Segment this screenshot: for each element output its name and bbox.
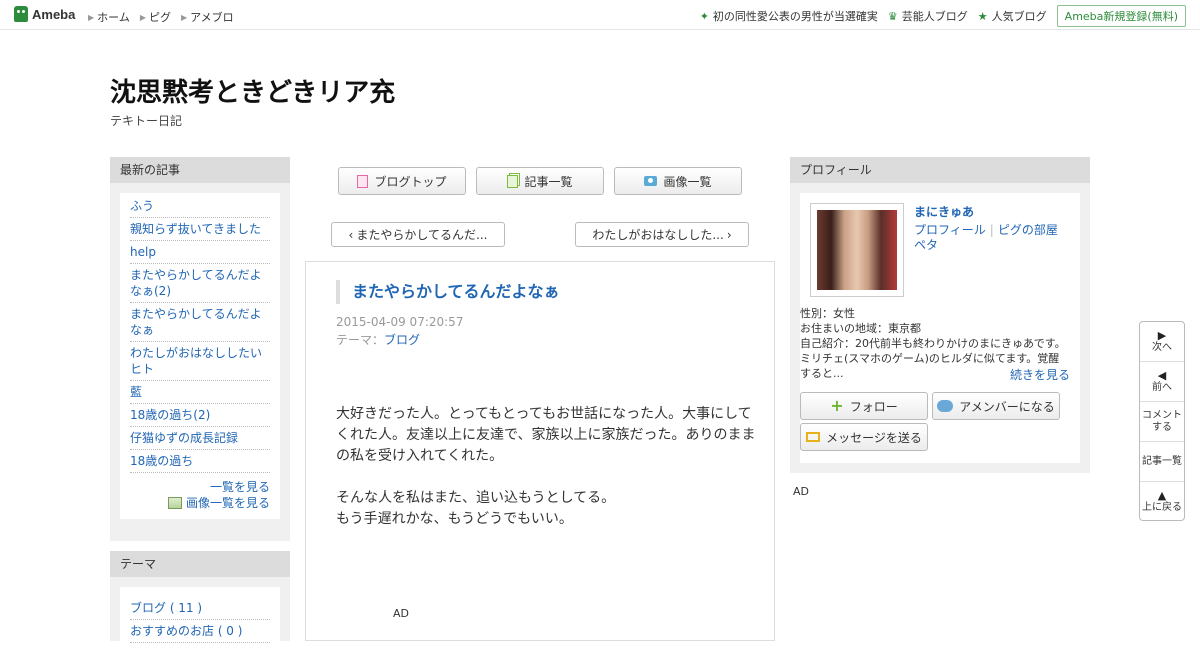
chevron-right-icon: ›	[726, 227, 732, 242]
list-item[interactable]: 18歳の過ち(2)	[130, 404, 270, 427]
ameba-logo[interactable]: Ameba	[14, 6, 75, 22]
blog-toolbar: ブログトップ 記事一覧 画像一覧	[338, 167, 742, 195]
article-body: 大好きだった人。とってもとってもお世話になった人。大事にしてくれた人。友達以上に…	[336, 404, 756, 530]
recent-articles-box: 最新の記事 ふう 親知らず抜いてきました help またやらかしてるんだよなぁ(…	[110, 157, 290, 541]
plus-icon: +	[830, 396, 844, 415]
register-button[interactable]: Ameba新規登録(無料)	[1056, 5, 1186, 27]
float-next-button[interactable]: ▶ 次へ	[1140, 322, 1184, 362]
recent-articles-list: ふう 親知らず抜いてきました help またやらかしてるんだよなぁ(2) またや…	[130, 195, 270, 473]
list-item[interactable]: 仔猫ゆずの成長記録	[130, 427, 270, 450]
amember-button[interactable]: アメンバーになる	[932, 392, 1060, 420]
pigg-room-link[interactable]: ピグの部屋	[998, 223, 1058, 237]
sidebar-ad-label: AD	[793, 485, 809, 498]
profile-name[interactable]: まにきゅあ	[914, 203, 974, 220]
profile-links: プロフィール | ピグの部屋 ペタ	[914, 223, 1074, 253]
nav-arrow-icon: ▶	[139, 12, 146, 22]
list-item[interactable]: またやらかしてるんだよなぁ	[130, 303, 270, 342]
top-right-links: ✦ 初の同性愛公表の男性が当選確実 ♛ 芸能人ブログ ★ 人気ブログ Ameba新規登…	[700, 5, 1186, 27]
nav-arrow-icon: ▶	[88, 12, 95, 22]
triangle-left-icon: ◀	[1157, 368, 1167, 382]
copy-icon	[507, 174, 519, 188]
article-list-button[interactable]: 記事一覧	[476, 167, 604, 195]
recent-articles-heading: 最新の記事	[110, 157, 290, 183]
blog-subtitle: テキトー日記	[110, 114, 183, 128]
profile-heading: プロフィール	[790, 157, 1090, 183]
camera-icon	[644, 176, 658, 186]
float-article-list-button[interactable]: 記事一覧	[1140, 442, 1184, 482]
profile-location: お住まいの地域：東京都	[800, 322, 921, 335]
send-message-button[interactable]: メッセージを送る	[800, 423, 928, 451]
theme-heading: テーマ	[110, 551, 290, 577]
top-navigation-bar: Ameba ▶ ホーム ▶ ピグ ▶ アメブロ ✦ 初の同性愛公表の男性が当選確実 ♛ 芸…	[0, 0, 1200, 30]
ameba-logo-icon	[14, 6, 28, 22]
mail-icon	[806, 432, 821, 442]
article-paragraph: 大好きだった人。とってもとってもお世話になった人。大事にしてくれた人。友達以上に…	[336, 406, 756, 464]
see-images-link[interactable]: 画像一覧を見る	[186, 496, 270, 510]
list-item[interactable]: おすすめのお店 ( 0 )	[130, 620, 270, 643]
avatar-image	[817, 210, 897, 290]
article-paragraph: そんな人を私はまた、追い込もうとしてる。	[336, 490, 616, 506]
chat-bubble-icon	[937, 400, 954, 412]
news-link[interactable]: ✦ 初の同性愛公表の男性が当選確実	[700, 8, 878, 24]
list-item[interactable]: またやらかしてるんだよなぁ(2)	[130, 264, 270, 303]
celebrity-blog-link[interactable]: ♛ 芸能人ブログ	[888, 8, 968, 24]
list-item[interactable]: ブログ ( 11 )	[130, 597, 270, 620]
crown-icon: ♛	[887, 9, 898, 23]
peta-link[interactable]: ペタ	[914, 238, 938, 252]
prev-article-button[interactable]: ‹ またやらかしてるんだ...	[331, 222, 505, 247]
profile-panel: まにきゅあ プロフィール | ピグの部屋 ペタ 性別：女性 お住まいの地域：東京都 …	[800, 193, 1080, 463]
popular-blog-link[interactable]: ★ 人気ブログ	[978, 8, 1047, 24]
nav-home[interactable]: ▶ ホーム	[88, 9, 130, 25]
article-date: 2015-04-09 07:20:57	[336, 315, 464, 329]
profile-box: プロフィール まにきゅあ プロフィール | ピグの部屋 ペタ 性別：女性 お住まいの…	[790, 157, 1090, 473]
theme-box: テーマ ブログ ( 11 ) おすすめのお店 ( 0 )	[110, 551, 290, 651]
article-ad-label: AD	[393, 607, 409, 620]
float-back-to-top-button[interactable]: ▲ 上に戻る	[1140, 482, 1184, 522]
profile-gender: 性別：女性	[800, 307, 855, 320]
theme-list: ブログ ( 11 ) おすすめのお店 ( 0 )	[130, 597, 270, 643]
follow-button[interactable]: + フォロー	[800, 392, 928, 420]
next-article-button[interactable]: わたしがおはなしした... ›	[575, 222, 749, 247]
image-list-icon	[167, 497, 182, 509]
article-paragraph: もう手遅れかな、もうどうでもいい。	[336, 511, 573, 527]
nav-arrow-icon: ▶	[180, 12, 188, 22]
theme-panel: ブログ ( 11 ) おすすめのお店 ( 0 )	[120, 587, 280, 651]
theme-link[interactable]: ブログ	[384, 333, 420, 347]
list-item[interactable]: 18歳の過ち	[130, 450, 270, 473]
triangle-up-icon: ▲	[1157, 489, 1167, 502]
article: またやらかしてるんだよなぁ 2015-04-09 07:20:57 テーマ：ブロ…	[305, 261, 775, 641]
avatar[interactable]	[810, 203, 904, 297]
nav-pigg[interactable]: ▶ ピグ	[140, 9, 171, 25]
blog-top-button[interactable]: ブログトップ	[338, 167, 466, 195]
list-item[interactable]: 親知らず抜いてきました	[130, 218, 270, 241]
blog-title[interactable]: 沈思黙考ときどきリア充	[110, 72, 395, 109]
article-title[interactable]: またやらかしてるんだよなぁ	[336, 280, 560, 304]
separator: |	[989, 223, 994, 237]
list-item[interactable]: ふう	[130, 195, 270, 218]
profile-link[interactable]: プロフィール	[914, 223, 986, 237]
image-list-button[interactable]: 画像一覧	[614, 167, 742, 195]
see-all-link[interactable]: 一覧を見る	[210, 480, 270, 494]
article-theme: テーマ：ブログ	[336, 333, 421, 347]
float-comment-button[interactable]: コメント する	[1140, 402, 1184, 442]
document-icon	[357, 174, 369, 188]
top-nav-links: ▶ ホーム ▶ ピグ ▶ アメブロ	[88, 9, 234, 25]
list-item[interactable]: わたしがおはなししたいヒト	[130, 342, 270, 381]
list-item[interactable]: help	[130, 241, 270, 264]
nav-ameblo[interactable]: ▶ アメブロ	[181, 9, 234, 25]
triangle-right-icon: ▶	[1157, 328, 1167, 342]
read-more-link[interactable]: 続きを見る	[1010, 366, 1070, 383]
star-icon: ★	[977, 9, 988, 23]
list-item[interactable]: 藍	[130, 381, 270, 404]
recent-articles-panel: ふう 親知らず抜いてきました help またやらかしてるんだよなぁ(2) またや…	[120, 193, 280, 519]
ameba-logo-text: Ameba	[32, 6, 76, 22]
floating-navigation: ▶ 次へ ◀ 前へ コメント する 記事一覧 ▲ 上に戻る	[1139, 321, 1185, 521]
see-all-articles: 一覧を見る 画像一覧を見る	[130, 479, 270, 511]
sparkle-icon: ✦	[699, 9, 709, 23]
float-prev-button[interactable]: ◀ 前へ	[1140, 362, 1184, 402]
chevron-left-icon: ‹	[348, 227, 354, 242]
